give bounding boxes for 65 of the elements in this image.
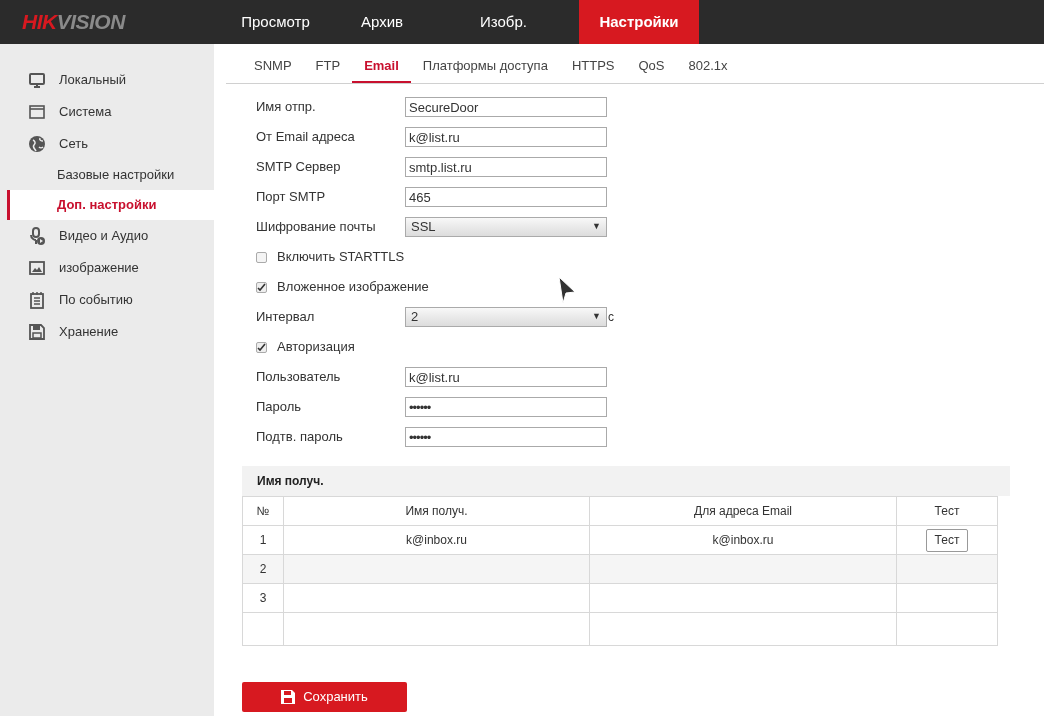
- column-header: Тест: [896, 496, 998, 526]
- field-label: SMTP Сервер: [256, 158, 342, 177]
- sidebar-item[interactable]: Видео и Аудио: [59, 226, 149, 246]
- sidebar-item[interactable]: Хранение: [59, 322, 119, 342]
- sidebar-subitem[interactable]: Доп. настройки: [7, 190, 214, 220]
- table-cell: 2: [242, 554, 284, 584]
- input-field[interactable]: k@list.ru: [405, 367, 607, 387]
- logo: HIKVISION: [22, 9, 125, 36]
- checkbox[interactable]: [256, 341, 267, 353]
- field-label: Имя отпр.: [256, 98, 317, 117]
- nav-tab[interactable]: Настройки: [579, 0, 699, 44]
- globe-icon: [28, 135, 46, 153]
- section-header: Имя получ.: [242, 466, 1010, 496]
- sidebar-item[interactable]: изображение: [59, 258, 139, 278]
- image-icon: [28, 259, 46, 277]
- sidebar-item[interactable]: По событию: [59, 290, 133, 310]
- field-label: Подтв. пароль: [256, 428, 344, 447]
- microphone-icon: [28, 227, 46, 245]
- sidebar-item[interactable]: Локальный: [59, 70, 127, 90]
- field-label: Пароль: [256, 398, 303, 417]
- field-label: Пользователь: [256, 368, 342, 387]
- monitor-icon: [28, 71, 46, 89]
- input-field[interactable]: smtp.list.ru: [405, 157, 607, 177]
- sidebar-item[interactable]: Система: [59, 102, 112, 122]
- checkbox[interactable]: [256, 251, 267, 263]
- nav-tab[interactable]: Просмотр: [215, 0, 336, 44]
- password-field[interactable]: ••••••: [405, 397, 607, 417]
- input-field[interactable]: k@list.ru: [405, 127, 607, 147]
- tab[interactable]: HTTPS: [559, 55, 627, 83]
- field-label: Порт SMTP: [256, 188, 327, 207]
- dropdown[interactable]: 2 ▼: [405, 307, 607, 327]
- window-icon: [28, 103, 46, 121]
- dropdown[interactable]: SSL ▼: [405, 217, 607, 237]
- nav-tab[interactable]: Архив: [336, 0, 428, 44]
- mouse-pointer-icon: [558, 276, 576, 304]
- column-header: №: [242, 496, 284, 526]
- sidebar-subitem[interactable]: Базовые настройки: [0, 160, 214, 190]
- table-cell: 1: [242, 525, 284, 555]
- field-label: Шифрование почты: [256, 218, 377, 237]
- table-cell: 3: [242, 583, 284, 613]
- table-cell: k@inbox.ru: [589, 525, 897, 555]
- nav-tab[interactable]: Изобр.: [428, 0, 579, 44]
- tab[interactable]: FTP: [303, 55, 353, 83]
- sidebar-item[interactable]: Сеть: [59, 134, 88, 154]
- checkbox-label: Включить STARTTLS: [277, 248, 405, 267]
- column-header: Для адреса Email: [589, 496, 897, 526]
- checkbox-label: Авторизация: [277, 338, 355, 357]
- field-label: Интервал: [256, 308, 316, 327]
- checkbox[interactable]: [256, 281, 267, 293]
- input-field[interactable]: 465: [405, 187, 607, 207]
- column-header: Имя получ.: [283, 496, 590, 526]
- table-cell: k@inbox.ru: [283, 525, 590, 555]
- tab[interactable]: SNMP: [242, 55, 304, 83]
- tab[interactable]: Email: [352, 55, 411, 83]
- tab[interactable]: QoS: [626, 55, 677, 83]
- checkbox-label: Вложенное изображение: [277, 278, 429, 297]
- unit-label: с: [608, 309, 614, 326]
- test-button[interactable]: Тест: [925, 528, 969, 552]
- clipboard-icon: [28, 291, 46, 309]
- password-field[interactable]: ••••••: [405, 427, 607, 447]
- input-field[interactable]: SecureDoor: [405, 97, 607, 117]
- save-button[interactable]: Сохранить: [242, 682, 407, 712]
- tab[interactable]: Платформы доступа: [410, 55, 560, 83]
- field-label: От Email адреса: [256, 128, 356, 147]
- tab[interactable]: 802.1x: [676, 55, 740, 83]
